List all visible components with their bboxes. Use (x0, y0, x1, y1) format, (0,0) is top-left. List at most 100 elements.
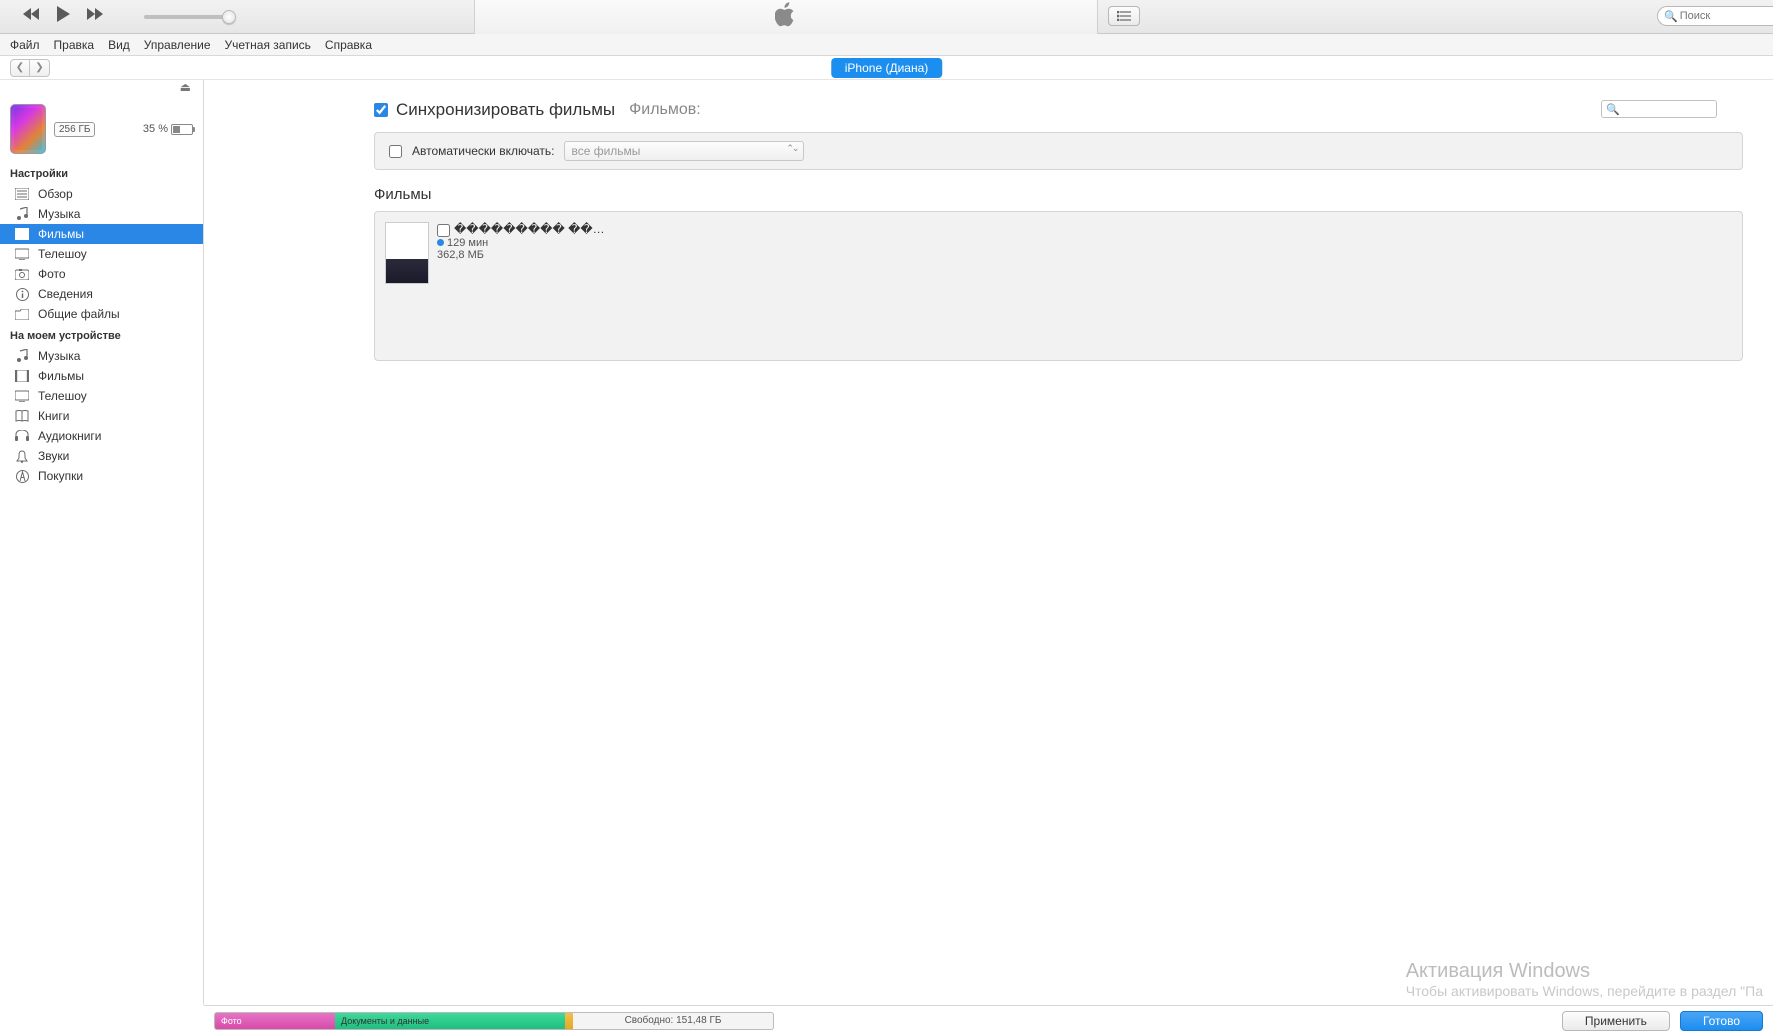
menu-file[interactable]: Файл (10, 38, 40, 52)
sidebar-item-label: Музыка (38, 349, 80, 363)
sidebar-item-music[interactable]: Музыка (0, 204, 203, 224)
device-header[interactable]: 256 ГБ 35 % (0, 96, 203, 162)
menu-view[interactable]: Вид (108, 38, 130, 52)
sidebar-item-label: Музыка (38, 207, 80, 221)
sidebar-item-info[interactable]: Сведения (0, 284, 203, 304)
sidebar-item-tvshows[interactable]: Телешоу (0, 244, 203, 264)
navigation-row: ❮ ❯ iPhone (Диана) (0, 56, 1773, 80)
sidebar: ⏏ 256 ГБ 35 % Настройки Обзор Музыка Фильм… (0, 80, 204, 1005)
books-icon (14, 410, 30, 422)
done-button[interactable]: Готово (1680, 1011, 1763, 1031)
device-battery: 35 % (143, 123, 193, 135)
menu-bar: Файл Правка Вид Управление Учетная запис… (0, 34, 1773, 56)
movie-item[interactable]: ��������� ��… 129 мин 362,8 МБ (385, 222, 1732, 284)
sidebar-item-label: Аудиокниги (38, 429, 102, 443)
sidebar-item-label: Телешоу (38, 247, 87, 261)
menu-help[interactable]: Справка (325, 38, 372, 52)
global-search-input[interactable] (1680, 10, 1760, 22)
sidebar-item-d_music[interactable]: Музыка (0, 346, 203, 366)
sidebar-item-movies[interactable]: Фильмы (0, 224, 203, 244)
movie-checkbox[interactable] (437, 224, 450, 237)
sidebar-item-d_tones[interactable]: Звуки (0, 446, 203, 466)
audiobooks-icon (14, 430, 30, 442)
apply-button[interactable]: Применить (1562, 1011, 1670, 1031)
sidebar-header-ondevice: На моем устройстве (0, 324, 203, 346)
nav-back-button[interactable]: ❮ (10, 59, 30, 77)
tones-icon (14, 450, 30, 463)
info-icon (14, 288, 30, 301)
movie-thumbnail (385, 222, 429, 284)
sidebar-item-photos[interactable]: Фото (0, 264, 203, 284)
auto-include-box: Автоматически включать: все фильмы (374, 132, 1743, 170)
photo-icon (14, 269, 30, 280)
eject-icon[interactable]: ⏏ (180, 80, 191, 94)
next-track-icon[interactable] (86, 7, 104, 26)
lcd-display (474, 0, 1098, 34)
movie-size: 362,8 МБ (437, 249, 605, 261)
sidebar-item-d_audiobooks[interactable]: Аудиокниги (0, 426, 203, 446)
auto-include-label: Автоматически включать: (412, 144, 554, 158)
sidebar-item-d_purchases[interactable]: Покупки (0, 466, 203, 486)
sidebar-item-label: Телешоу (38, 389, 87, 403)
storage-free-label: Свободно: 151,48 ГБ (573, 1013, 773, 1029)
device-capacity-badge: 256 ГБ (54, 122, 95, 137)
sync-movies-checkbox[interactable] (374, 103, 388, 117)
search-icon: 🔍 (1606, 103, 1620, 116)
menu-edit[interactable]: Правка (54, 38, 95, 52)
top-toolbar: 🔍 (0, 0, 1773, 34)
music-icon (14, 349, 30, 363)
queue-list-button[interactable] (1108, 6, 1140, 26)
battery-icon (171, 124, 193, 135)
sync-movies-label: Синхронизировать фильмы (396, 100, 615, 120)
storage-bar[interactable]: Фото Документы и данные Свободно: 151,48… (214, 1012, 774, 1030)
music-icon (14, 207, 30, 221)
auto-include-checkbox[interactable] (389, 145, 402, 158)
files-icon (14, 309, 30, 320)
content-search[interactable]: 🔍 (1601, 100, 1717, 118)
movies-section-title: Фильмы (374, 186, 1743, 203)
storage-seg-other (565, 1013, 573, 1029)
sidebar-item-d_movies[interactable]: Фильмы (0, 366, 203, 386)
sidebar-item-d_tv[interactable]: Телешоу (0, 386, 203, 406)
content-search-input[interactable] (1622, 103, 1712, 115)
apple-logo-icon (775, 2, 797, 33)
sidebar-item-label: Фильмы (38, 227, 84, 241)
summary-icon (14, 188, 30, 200)
tv-icon (14, 390, 30, 402)
auto-include-select[interactable]: все фильмы (564, 141, 804, 161)
sidebar-item-label: Общие файлы (38, 307, 120, 321)
sidebar-item-label: Книги (38, 409, 69, 423)
sidebar-item-files[interactable]: Общие файлы (0, 304, 203, 324)
nav-forward-button[interactable]: ❯ (30, 59, 50, 77)
menu-controls[interactable]: Управление (144, 38, 211, 52)
sidebar-item-label: Обзор (38, 187, 73, 201)
search-icon: 🔍 (1664, 10, 1678, 23)
purchases-icon (14, 470, 30, 483)
menu-account[interactable]: Учетная запись (225, 38, 311, 52)
global-search[interactable]: 🔍 (1657, 6, 1773, 26)
playback-controls (22, 5, 104, 28)
main-content: 🔍 Синхронизировать фильмы Фильмов: Автом… (204, 80, 1773, 1005)
battery-percent: 35 % (143, 123, 168, 135)
storage-seg-photos: Фото (215, 1013, 335, 1029)
sidebar-header-settings: Настройки (0, 162, 203, 184)
movies-count-label: Фильмов: (629, 101, 701, 119)
play-icon[interactable] (54, 5, 72, 28)
movies-icon (14, 228, 30, 240)
unwatched-dot-icon (437, 239, 444, 246)
sidebar-item-label: Фото (38, 267, 66, 281)
movies-list-box: ��������� ��… 129 мин 362,8 МБ (374, 211, 1743, 361)
device-breadcrumb-pill[interactable]: iPhone (Диана) (831, 58, 943, 78)
sidebar-item-label: Сведения (38, 287, 93, 301)
footer-bar: Фото Документы и данные Свободно: 151,48… (204, 1005, 1773, 1035)
sidebar-item-label: Фильмы (38, 369, 84, 383)
sidebar-item-d_books[interactable]: Книги (0, 406, 203, 426)
sidebar-item-label: Звуки (38, 449, 69, 463)
volume-slider[interactable] (144, 15, 229, 19)
sidebar-item-label: Покупки (38, 469, 83, 483)
sidebar-item-summary[interactable]: Обзор (0, 184, 203, 204)
storage-seg-docs: Документы и данные (335, 1013, 565, 1029)
device-thumbnail-icon (10, 104, 46, 154)
movie-duration: 129 мин (447, 237, 488, 249)
previous-track-icon[interactable] (22, 7, 40, 26)
